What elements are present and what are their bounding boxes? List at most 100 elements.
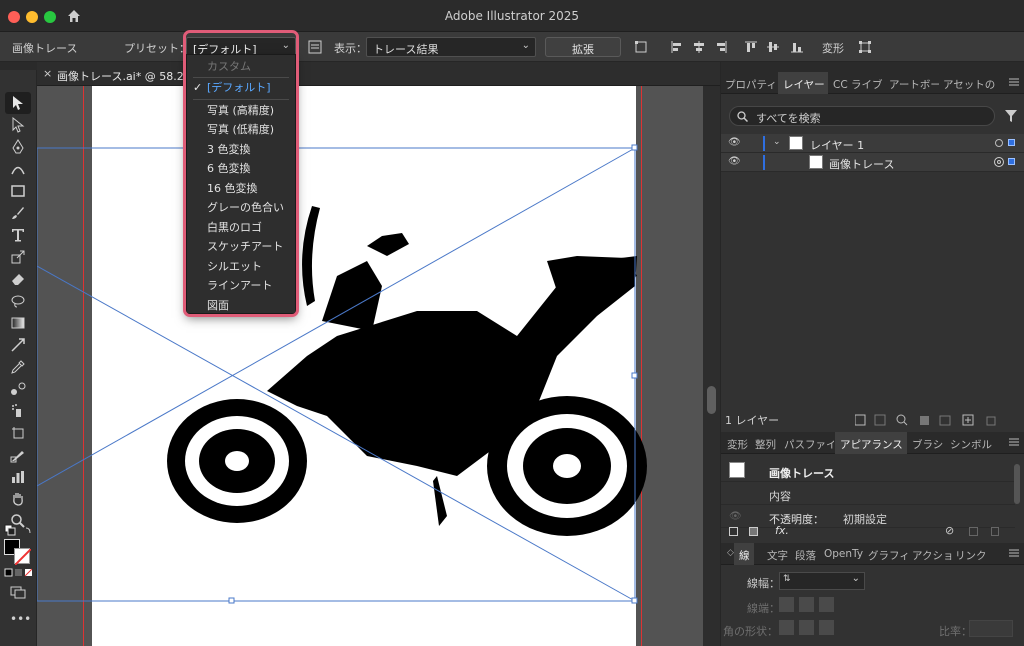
symbol-sprayer-tool-icon[interactable]	[10, 403, 26, 419]
expand-button[interactable]: 拡張	[545, 37, 621, 57]
panel-menu-icon[interactable]	[1009, 77, 1019, 87]
rectangle-tool-icon[interactable]	[10, 183, 26, 199]
panel-menu-icon[interactable]	[1009, 548, 1019, 558]
layer-row[interactable]: 👁 画像トレース	[721, 153, 1024, 172]
align-left-icon[interactable]	[670, 40, 684, 54]
miter-ratio-input[interactable]	[969, 620, 1013, 637]
layer-row[interactable]: 👁 ⌄ レイヤー 1	[721, 134, 1024, 153]
gradient-tool-icon[interactable]	[10, 315, 26, 331]
tab-symbols[interactable]: シンボル	[950, 432, 994, 454]
tab-artboards[interactable]: アートボー	[889, 72, 939, 94]
collapse-icon[interactable]: ◇	[727, 548, 734, 558]
tab-pathfinder[interactable]: パスファイ	[784, 432, 834, 454]
stepper-icon[interactable]: ⇅	[783, 574, 791, 584]
chart-tool-icon[interactable]	[10, 469, 26, 485]
cap-buttons[interactable]	[779, 597, 834, 613]
tab-properties[interactable]: プロパティ	[725, 72, 777, 94]
screen-mode-icon[interactable]	[10, 584, 26, 600]
visibility-eye-icon[interactable]: 👁	[728, 137, 741, 148]
appearance-scrollbar[interactable]	[1014, 464, 1020, 504]
layers-footer-icons[interactable]	[855, 414, 1005, 426]
fill-stroke-swatch[interactable]	[4, 539, 32, 566]
pen-tool-icon[interactable]	[10, 139, 26, 155]
chevron-down-icon[interactable]: ⌄	[852, 573, 860, 584]
tab-brushes[interactable]: ブラシ	[912, 432, 946, 454]
hand-tool-icon[interactable]	[10, 491, 26, 507]
tab-opentype[interactable]: OpenTy	[824, 543, 866, 565]
dock-grip[interactable]	[721, 62, 1024, 72]
mesh-tool-icon[interactable]	[10, 337, 26, 353]
stroke-weight-input[interactable]: ⇅ ⌄	[779, 572, 865, 590]
curvature-tool-icon[interactable]	[10, 161, 26, 177]
tab-cc-libraries[interactable]: CC ライブ	[833, 72, 885, 94]
scrollbar-thumb[interactable]	[707, 386, 716, 414]
default-colors-swap-icon[interactable]	[4, 524, 34, 538]
reference-point-icon[interactable]	[634, 40, 648, 54]
appearance-contents-row[interactable]: 内容	[721, 483, 1015, 505]
add-effect-fx[interactable]: fx.	[775, 524, 789, 537]
transform-bounds-icon[interactable]	[858, 40, 872, 54]
selection-tool-icon[interactable]	[10, 95, 26, 111]
tab-paragraph[interactable]: 段落	[795, 543, 821, 565]
tab-asset-export[interactable]: アセットの	[943, 72, 995, 94]
align-top-icon[interactable]	[744, 40, 758, 54]
tab-align[interactable]: 整列	[755, 432, 781, 454]
color-mode-icons[interactable]	[4, 568, 32, 578]
artboard-tool-icon[interactable]	[10, 425, 26, 441]
visibility-eye-icon[interactable]: 👁	[729, 511, 742, 522]
object-name[interactable]: 画像トレース	[829, 156, 894, 172]
traced-image[interactable]	[37, 86, 720, 646]
close-icon[interactable]: ×	[43, 67, 52, 80]
lasso-tool-icon[interactable]	[10, 293, 26, 309]
preset-label: プリセット：	[124, 42, 190, 55]
canvas-area[interactable]	[37, 86, 720, 646]
duplicate-item-icon[interactable]	[969, 527, 978, 536]
visibility-eye-icon[interactable]: 👁	[728, 156, 741, 167]
chevron-down-icon[interactable]: ⌄	[773, 137, 781, 147]
transform-link[interactable]: 変形	[822, 40, 844, 56]
align-bottom-icon[interactable]	[790, 40, 804, 54]
scale-tool-icon[interactable]	[10, 249, 26, 265]
add-new-fill-icon[interactable]	[749, 527, 758, 536]
align-right-icon[interactable]	[714, 40, 728, 54]
view-select[interactable]: トレース結果 ⌄	[366, 37, 536, 57]
tab-character[interactable]: 文字	[767, 543, 793, 565]
slice-tool-icon[interactable]	[10, 447, 26, 463]
tab-transform[interactable]: 変形	[727, 432, 753, 454]
type-tool-icon[interactable]	[10, 227, 26, 243]
brush-tool-icon[interactable]	[10, 205, 26, 221]
vertical-scrollbar[interactable]	[703, 86, 720, 646]
layers-search-placeholder: すべてを検索	[756, 112, 821, 125]
tab-stroke[interactable]: 線	[734, 543, 754, 565]
selection-indicator[interactable]	[1008, 158, 1015, 165]
search-icon	[737, 111, 748, 122]
layers-search-field[interactable]: すべてを検索	[729, 106, 995, 126]
panel-menu-icon[interactable]	[1009, 437, 1019, 447]
tab-links[interactable]: リンク	[955, 543, 989, 565]
target-double-circle-icon[interactable]	[994, 157, 1004, 167]
view-label: 表示：	[334, 42, 367, 55]
tab-actions[interactable]: アクショ	[912, 543, 954, 565]
trace-panel-icon[interactable]	[308, 40, 322, 54]
add-new-stroke-icon[interactable]	[729, 527, 738, 536]
clear-appearance-icon[interactable]: ⊘	[945, 524, 954, 537]
appearance-object-row[interactable]: 画像トレース	[721, 460, 1015, 482]
layers-panel-tabs: プロパティ レイヤー CC ライブ アートボー アセットの	[721, 72, 1024, 94]
tab-layers[interactable]: レイヤー	[778, 72, 828, 94]
more-tools-icon[interactable]: •••	[10, 612, 31, 626]
selection-indicator[interactable]	[1008, 139, 1015, 146]
trash-icon[interactable]	[991, 527, 999, 536]
corner-buttons[interactable]	[779, 620, 834, 636]
blend-tool-icon[interactable]	[10, 381, 26, 397]
target-circle-icon[interactable]	[995, 139, 1003, 147]
layer-name[interactable]: レイヤー 1	[810, 137, 864, 153]
tab-appearance[interactable]: アピアランス	[835, 432, 907, 454]
tab-graphic-styles[interactable]: グラフィ	[868, 543, 910, 565]
direct-selection-tool-icon[interactable]	[10, 117, 26, 133]
eraser-tool-icon[interactable]	[10, 271, 26, 287]
align-middle-icon[interactable]	[766, 40, 780, 54]
align-center-icon[interactable]	[692, 40, 706, 54]
tools-grip[interactable]	[0, 62, 37, 70]
filter-icon[interactable]	[1005, 110, 1017, 122]
eyedropper-tool-icon[interactable]	[10, 359, 26, 375]
